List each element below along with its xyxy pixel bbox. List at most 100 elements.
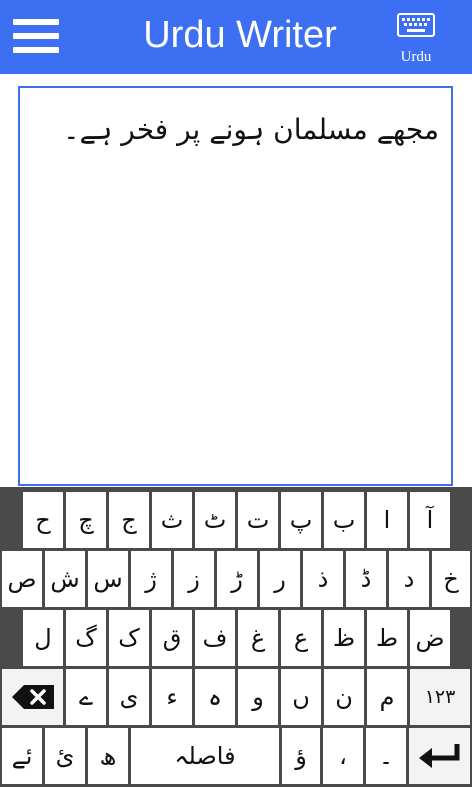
key-toe[interactable]: ط — [367, 610, 407, 666]
keyboard-language-label: Urdu — [400, 49, 432, 65]
key-zhe[interactable]: ژ — [131, 551, 171, 607]
key-label: ر — [274, 565, 286, 593]
keyboard-row-3: ل گ ک ق ف غ ع ظ ط ض — [0, 610, 472, 666]
key-hamza-ye[interactable]: ئ — [45, 728, 85, 784]
key-do-chashmi-he[interactable]: ھ — [88, 728, 128, 784]
key-kaf[interactable]: ک — [109, 610, 149, 666]
key-label: م — [379, 683, 395, 711]
key-label: ت — [246, 506, 270, 534]
key-dal[interactable]: د — [389, 551, 429, 607]
key-tte[interactable]: ٹ — [195, 492, 235, 548]
key-label: ث — [160, 506, 184, 534]
keyboard-icon — [397, 13, 435, 37]
key-label: ھ — [99, 742, 117, 770]
key-wao[interactable]: و — [238, 669, 278, 725]
key-ye-hamza[interactable]: ئے — [2, 728, 42, 784]
key-label: ئے — [11, 742, 33, 770]
key-se[interactable]: ث — [152, 492, 192, 548]
key-seen[interactable]: س — [88, 551, 128, 607]
key-label: ذ — [317, 565, 329, 593]
key-label: ش — [50, 565, 80, 593]
key-zwad[interactable]: ض — [410, 610, 450, 666]
key-gaf[interactable]: گ — [66, 610, 106, 666]
backspace-icon — [11, 685, 54, 709]
key-ddal[interactable]: ڈ — [346, 551, 386, 607]
key-hay[interactable]: ح — [23, 492, 63, 548]
backspace-key[interactable] — [2, 669, 63, 725]
keyboard-row-1: ح چ ج ث ٹ ت پ ب ا آ — [0, 492, 472, 548]
key-label: ظ — [332, 624, 356, 652]
key-label: ب — [332, 506, 356, 534]
key-label: ء — [166, 683, 178, 711]
space-key[interactable]: فاصلہ — [131, 728, 279, 784]
key-qaf[interactable]: ق — [152, 610, 192, 666]
key-alif-madda[interactable]: آ — [410, 492, 450, 548]
key-label: ؤ — [295, 742, 307, 770]
key-pe[interactable]: پ — [281, 492, 321, 548]
key-label: غ — [250, 624, 266, 652]
key-hamza-wao[interactable]: ؤ — [282, 728, 320, 784]
key-label: ژ — [145, 565, 157, 593]
key-che[interactable]: چ — [66, 492, 106, 548]
key-hamza[interactable]: ء — [152, 669, 192, 725]
key-ain[interactable]: ع — [281, 610, 321, 666]
key-label: ط — [375, 624, 399, 652]
key-label: ق — [162, 624, 182, 652]
key-label: ف — [202, 624, 228, 652]
key-te[interactable]: ت — [238, 492, 278, 548]
urdu-keyboard: ح چ ج ث ٹ ت پ ب ا آ ص ش س ژ ز ڑ ر ذ ڈ د … — [0, 487, 472, 787]
key-label: ١٢٣ — [424, 685, 456, 708]
key-label: ے — [78, 683, 94, 711]
key-sheen[interactable]: ش — [45, 551, 85, 607]
key-label: و — [252, 683, 264, 711]
key-noon-ghunna[interactable]: ں — [281, 669, 321, 725]
key-label: ، — [339, 742, 347, 770]
key-label: ص — [7, 565, 37, 593]
numbers-key[interactable]: ١٢٣ — [410, 669, 470, 725]
key-jeem[interactable]: ج — [109, 492, 149, 548]
key-be[interactable]: ب — [324, 492, 364, 548]
keyboard-language-button[interactable]: Urdu — [388, 8, 444, 68]
key-label: ہ — [207, 683, 223, 711]
hamburger-menu-icon[interactable] — [10, 14, 62, 58]
key-label: ل — [34, 624, 52, 652]
key-label: ض — [415, 624, 445, 652]
key-lam[interactable]: ل — [23, 610, 63, 666]
key-swad[interactable]: ص — [2, 551, 42, 607]
key-label: ن — [335, 683, 353, 711]
key-ze[interactable]: ز — [174, 551, 214, 607]
key-fe[interactable]: ف — [195, 610, 235, 666]
key-label: گ — [75, 624, 97, 652]
key-gol-he[interactable]: ہ — [195, 669, 235, 725]
enter-key[interactable] — [409, 728, 470, 784]
key-ye[interactable]: ی — [109, 669, 149, 725]
key-urdu-full-stop[interactable]: ۔ — [366, 728, 406, 784]
key-ghain[interactable]: غ — [238, 610, 278, 666]
keyboard-row-4: ے ی ء ہ و ں ن م ١٢٣ — [0, 669, 472, 725]
editor-text: مجھے مسلمان ہونے پر فخر ہے۔ — [63, 113, 439, 146]
key-label: ع — [293, 624, 309, 652]
key-urdu-comma[interactable]: ، — [323, 728, 363, 784]
key-zal[interactable]: ذ — [303, 551, 343, 607]
key-bari-ye[interactable]: ے — [66, 669, 106, 725]
key-label: د — [403, 565, 415, 593]
key-label: آ — [426, 506, 434, 534]
key-zoe[interactable]: ظ — [324, 610, 364, 666]
key-label: ں — [292, 683, 310, 711]
text-editor[interactable]: مجھے مسلمان ہونے پر فخر ہے۔ — [18, 86, 453, 486]
key-re[interactable]: ر — [260, 551, 300, 607]
key-rre[interactable]: ڑ — [217, 551, 257, 607]
app-header: Urdu Writer Urdu — [0, 0, 472, 74]
key-meem[interactable]: م — [367, 669, 407, 725]
key-label: ڑ — [231, 565, 243, 593]
key-alif[interactable]: ا — [367, 492, 407, 548]
enter-arrow-icon — [418, 744, 459, 768]
key-label: ئ — [55, 742, 75, 770]
keyboard-row-5: ئے ئ ھ فاصلہ ؤ ، ۔ — [0, 728, 472, 784]
app-title: Urdu Writer — [143, 14, 337, 56]
key-label: س — [93, 565, 123, 593]
key-noon[interactable]: ن — [324, 669, 364, 725]
key-label: فاصلہ — [174, 742, 236, 770]
key-label: ی — [119, 683, 139, 711]
key-khe[interactable]: خ — [432, 551, 470, 607]
